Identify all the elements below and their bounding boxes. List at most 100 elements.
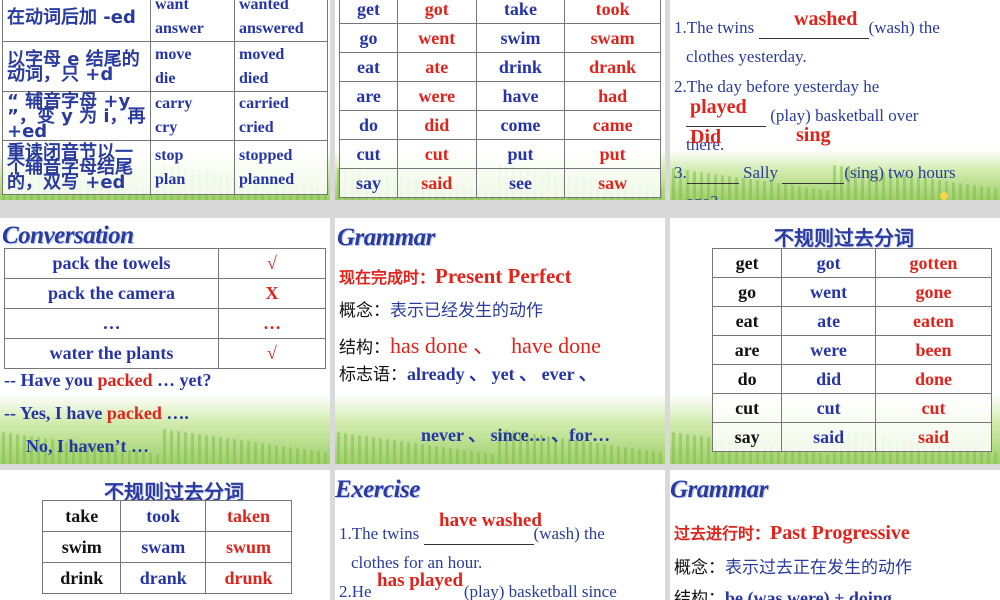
table-row: swim swam swum — [41, 531, 293, 563]
past-participle-cell: taken — [204, 500, 293, 532]
participle-table: get got gotten go went gone eat ate eaten are were… — [711, 248, 993, 452]
past-tense-cell: put — [475, 139, 566, 169]
past-cell: stopped planned — [234, 140, 328, 195]
past-tense-cell: did — [781, 364, 876, 394]
past-tense-cell: went — [781, 277, 876, 307]
dialog-text: -- Have you — [4, 370, 98, 390]
table-row: cut cut cut — [711, 393, 993, 423]
past-tense-cell: had — [564, 81, 661, 111]
past-tense-cell: drink — [475, 52, 566, 82]
tense-name-en: Present Perfect — [435, 264, 572, 288]
mark-cell: √ — [218, 338, 326, 369]
table-row: drink drank drunk — [41, 562, 293, 594]
table-row: 以字母 e 结尾的动词，只 +d move die moved died — [2, 41, 328, 92]
verb-word: answer — [155, 20, 204, 37]
conversation-table: pack the towels √ pack the camera X …… wat… — [4, 248, 326, 369]
slide-regular-verbs[interactable]: 在动词后加 -ed want answer wanted answered 以字母 … — [0, 0, 330, 200]
past-tense-cell: did — [397, 110, 477, 140]
verb-word: want — [155, 0, 189, 13]
question-text: 3. — [674, 163, 687, 182]
slide-grammar-present-perfect[interactable]: Grammar 现在完成时：Present Perfect 概念：表示已经发生的… — [335, 218, 665, 464]
verb-word: move — [155, 45, 192, 63]
table-row: eat ate drink drank — [338, 52, 661, 82]
question-2: 2.The day before yesterday he — [674, 77, 880, 96]
table-row: eat ate eaten — [711, 306, 993, 336]
base-verb-cell: say — [711, 422, 783, 452]
answer-blank[interactable] — [782, 163, 845, 184]
slide-irregular-participle-1[interactable]: 不规则过去分词 get got gotten go went gone eat ate eate… — [670, 218, 1000, 464]
table-row: get got take took — [338, 0, 661, 24]
table-row: get got gotten — [711, 248, 993, 278]
answer-text: Did — [690, 126, 722, 148]
base-verb-cell: eat — [711, 306, 783, 336]
table-row: are were been — [711, 335, 993, 365]
past-word: died — [239, 69, 269, 87]
question-text: (sing) two hours — [844, 163, 956, 182]
base-verb-cell: take — [41, 500, 122, 532]
mark-cell: X — [218, 278, 326, 309]
base-verb-cell: swim — [41, 531, 122, 563]
table-row: …… — [4, 308, 326, 339]
question-text: (play) basketball since — [463, 582, 617, 600]
slide-irregular-participle-2[interactable]: 不规则过去分词 take took taken swim swam swum drink dr… — [0, 470, 330, 600]
past-word: cried — [239, 119, 274, 136]
past-cell: carried cried — [234, 91, 328, 141]
answer-blank[interactable] — [686, 163, 739, 184]
structure-value: have done — [511, 333, 601, 358]
structure-line: 结构：has done 、 have done — [339, 328, 601, 360]
base-verb-cell: cut — [711, 393, 783, 423]
base-verb-cell: are — [711, 335, 783, 365]
past-tense-cell: swam — [564, 23, 661, 53]
past-tense-cell: got — [397, 0, 477, 24]
concept-key: 概念： — [674, 558, 725, 578]
structure-key: 结构： — [339, 338, 390, 358]
past-tense-cell: come — [475, 110, 566, 140]
mark-cell: … — [218, 308, 326, 339]
base-verb-cell: get — [338, 0, 399, 24]
question-text: 1.The twins — [339, 524, 424, 543]
past-word: answered — [239, 20, 304, 37]
concept-line: 概念：表示已经发生的动作 — [339, 296, 543, 321]
base-verb-cell: get — [711, 248, 783, 278]
past-tense-cell: swam — [120, 531, 206, 563]
past-tense-cell: cut — [397, 139, 477, 169]
slide-exercise-perfect[interactable]: Exercise 1.The twins (wash) the have was… — [335, 470, 665, 600]
structure-value: be (was were) + doing — [725, 588, 892, 600]
past-tense-cell: took — [564, 0, 661, 24]
question-3-line2: ago? — [686, 192, 718, 200]
table-row: are were have had — [338, 81, 661, 111]
base-verb-cell: drink — [41, 562, 122, 594]
past-participle-cell: drunk — [204, 562, 293, 594]
slide-title: Grammar — [337, 224, 435, 251]
slide-grammar-past-progressive[interactable]: Grammar 过去进行时：Past Progressive 概念：表示过去正在… — [670, 470, 1000, 600]
past-tense-cell: were — [781, 335, 876, 365]
base-verb-cell: say — [338, 168, 399, 198]
slide-irregular-past[interactable]: get got take took go went swim swam eat ate drink d… — [335, 0, 665, 200]
past-tense-cell: came — [564, 110, 661, 140]
answer-text: sing — [796, 124, 831, 146]
signal-key: 标志语： — [339, 365, 407, 385]
item-cell: water the plants — [4, 338, 219, 369]
regular-verb-table: 在动词后加 -ed want answer wanted answered 以字母 … — [2, 0, 328, 195]
dialog-line-1: -- Have you packed … yet? — [4, 370, 212, 391]
tense-name-cn: 过去进行时： — [674, 524, 771, 543]
question-text: (wash) the — [868, 18, 940, 37]
slide-exercise-past[interactable]: 1.The twins (wash) the washed clothes ye… — [670, 0, 1000, 200]
table-row: 在动词后加 -ed want answer wanted answered — [2, 0, 328, 42]
dialog-highlight: packed — [97, 370, 153, 390]
past-tense-cell: cut — [781, 393, 876, 423]
past-word: moved — [239, 45, 285, 63]
table-row: say said see saw — [338, 168, 661, 198]
question-text: (play) basketball over — [766, 106, 919, 125]
verb-word: plan — [155, 170, 186, 188]
signal-value: already 、 yet 、 ever 、 — [407, 364, 597, 384]
item-cell: pack the camera — [4, 278, 219, 309]
dialog-line-3: No, I haven’t … — [26, 436, 150, 456]
base-verb-cell: go — [338, 23, 399, 53]
item-cell: … — [4, 308, 219, 339]
concept-value: 表示已经发生的动作 — [390, 301, 543, 321]
tense-name-cn: 现在完成时： — [339, 268, 436, 287]
past-tense-cell: were — [397, 81, 477, 111]
table-row: cut cut put put — [338, 139, 661, 169]
slide-conversation[interactable]: Conversation pack the towels √ pack the c… — [0, 218, 330, 464]
